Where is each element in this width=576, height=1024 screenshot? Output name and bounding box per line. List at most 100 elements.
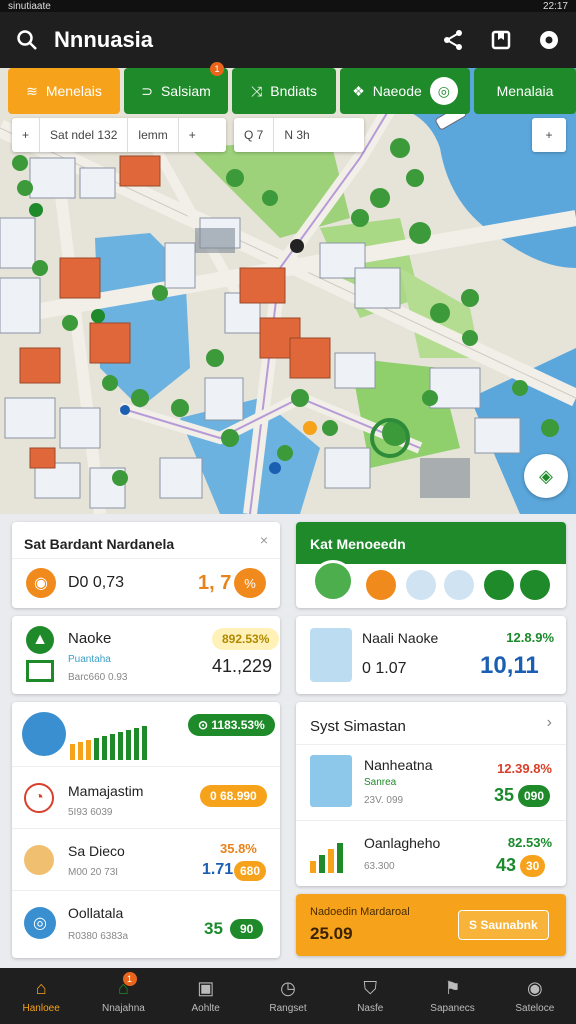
item-pill[interactable]: 90 (230, 919, 264, 939)
chart-icon (26, 660, 54, 682)
item-pill[interactable]: 30 (520, 855, 546, 877)
summary-card[interactable]: Sat Bardant Nardanela × ◉ D0 0,73 1, 7 % (12, 522, 280, 608)
nav-aohlte[interactable]: ▣ Aohlte (165, 968, 247, 1024)
list-card-right: Syst Simastan › Nanheatna Sanrea 23V. 09… (296, 702, 566, 886)
item-sub: Sanrea (364, 777, 397, 788)
item-value: 1.71 (202, 861, 234, 878)
summary-pill[interactable]: % (234, 568, 266, 598)
list-item[interactable]: ◔ Mamajastim 5I93 6039 0 68.990 (12, 766, 280, 828)
action-button[interactable]: S Saunabnk (458, 910, 549, 940)
stat-title: Naoke (68, 630, 112, 647)
stat-title: Naali Naoke (362, 630, 439, 646)
action-value: 25.09 (310, 924, 353, 943)
compass-icon: ◎ (429, 77, 458, 105)
share-icon[interactable] (440, 27, 466, 53)
building-icon (310, 628, 352, 682)
list-item[interactable]: Sa Dieco M00 20 73I 35.8% 1.71 680 (12, 828, 280, 890)
list-card-left: ⊙ 1183.53% ◔ Mamajastim 5I93 6039 0 68.9… (12, 702, 280, 958)
nav-sateloce[interactable]: ◉ Sateloce (494, 968, 576, 1024)
wallet-icon[interactable] (484, 570, 514, 600)
tab-menalaia[interactable]: Menalaia (474, 68, 576, 114)
stat-sub-value: 0 1.07 (362, 660, 407, 677)
dish-icon (24, 845, 54, 875)
tab-menelais[interactable]: ≋ Menelais (8, 68, 120, 114)
action-card[interactable]: Nadoedin Mardaroal 25.09 S Saunabnk (296, 894, 566, 956)
tab-naeode[interactable]: ❖ Naeode ◎ (340, 68, 470, 114)
nav-label: Nasfe (357, 1003, 384, 1014)
list-item[interactable]: Nanheatna Sanrea 23V. 099 12.39.8% 35 09… (296, 744, 566, 820)
locate-button[interactable]: ◈ (524, 454, 568, 498)
status-time: 22:17 (542, 0, 568, 12)
list-item[interactable]: Oanlagheho 63.300 82.53% 43 30 (296, 820, 566, 884)
arrows-icon[interactable] (520, 570, 550, 600)
nav-rangset[interactable]: ◷ Rangset (247, 968, 329, 1024)
check-icon: ⊙ (198, 718, 212, 732)
disk-icon: ◎ (24, 907, 56, 939)
growth-value: 1183.53% (211, 718, 265, 732)
item-pill[interactable]: 090 (518, 785, 551, 807)
tab-badge: 1 (210, 62, 224, 76)
card-icon[interactable] (444, 570, 474, 600)
drop-icon: ▲ (26, 626, 54, 654)
map-field-2[interactable]: lemm (128, 118, 179, 152)
close-icon[interactable]: × (260, 532, 268, 548)
tab-label: Salsiam (160, 83, 211, 99)
park-icon (312, 560, 354, 602)
tab-salsiam[interactable]: 1 ⊃ Salsiam (124, 62, 228, 114)
settings-icon[interactable] (536, 27, 562, 53)
growth-chart-icon (310, 843, 343, 873)
app-bar: Nnnuasia (0, 12, 576, 68)
item-title: Sa Dieco (68, 843, 125, 859)
item-title: Oanlagheho (364, 835, 441, 851)
tab-bndiats[interactable]: ⤨ Bndiats (232, 68, 336, 114)
add-icon[interactable]: + (179, 118, 206, 152)
item-sub2: 23V. 099 (364, 795, 404, 806)
bookmark-icon[interactable] (488, 27, 514, 53)
status-left: sinutiaate (8, 0, 51, 12)
featured-card[interactable]: Kat Menoeedn (296, 522, 566, 608)
tab-label: Naeode (372, 83, 422, 99)
stat-pct: 12.8.9% (506, 630, 554, 645)
item-value: 43 (496, 855, 517, 875)
ticket-icon[interactable] (366, 570, 396, 600)
item-pill[interactable]: 680 (234, 861, 267, 881)
item-pct: 35.8% (220, 841, 257, 856)
stat-card-naoke[interactable]: ▲ Naoke Puantaha Barc660 0.93 892.53% 41… (12, 616, 280, 694)
flag-icon: ⚑ (444, 978, 461, 998)
item-title: Oollatala (68, 905, 124, 921)
coin-icon: ◉ (26, 568, 56, 598)
map-field-1[interactable]: Sat ndel 132 (40, 118, 129, 152)
alarm-icon: ◔ (24, 783, 54, 813)
item-value: 35 (204, 919, 223, 938)
plus-icon: + (545, 128, 553, 142)
map-zoom-button[interactable]: + (532, 118, 566, 152)
nav-home[interactable]: ⌂ Hanloee (0, 968, 82, 1024)
shield-icon: ⛉ (363, 978, 378, 998)
chevron-right-icon[interactable]: › (547, 714, 552, 732)
plane-icon[interactable] (406, 570, 436, 600)
status-bar: sinutiaate 22:17 (0, 0, 576, 12)
map-toolbar-left: + Sat ndel 132 lemm + (12, 118, 226, 152)
globe-icon (22, 712, 66, 756)
map-field-4[interactable]: N 3h (274, 118, 319, 152)
nav-label: Sapanecs (430, 1003, 475, 1014)
route-icon: ⤨ (251, 82, 263, 99)
item-title: Mamajastim (68, 783, 144, 799)
bottom-nav: ⌂ Hanloee 1 ⌂ Nnajahna ▣ Aohlte ◷ Rangset ⛉ Na… (0, 968, 576, 1024)
item-pill[interactable]: 0 68.990 (200, 785, 267, 807)
nav-label: Sateloce (515, 1003, 555, 1014)
zoom-in-icon[interactable]: + (12, 118, 41, 152)
list-item[interactable]: ◎ Oollatala R0380 6383a 35 90 (12, 890, 280, 956)
search-icon[interactable] (14, 27, 40, 53)
nav-label: Hanloee (22, 1003, 60, 1014)
summary-value: D0 0,73 (68, 574, 125, 591)
item-sub: 5I93 6039 (68, 807, 113, 818)
growth-chip[interactable]: ⊙ 1183.53% (188, 714, 275, 736)
nav-nnajahna[interactable]: 1 ⌂ Nnajahna (82, 968, 164, 1024)
item-pct: 12.39.8% (497, 761, 552, 776)
nav-nasfe[interactable]: ⛉ Nasfe (329, 968, 411, 1024)
stat-card-naali[interactable]: Naali Naoke 0 1.07 12.8.9% 10,11 (296, 616, 566, 694)
item-sub: 63.300 (364, 861, 395, 872)
map-field-3[interactable]: Q 7 (234, 118, 275, 152)
nav-sapanecs[interactable]: ⚑ Sapanecs (411, 968, 493, 1024)
